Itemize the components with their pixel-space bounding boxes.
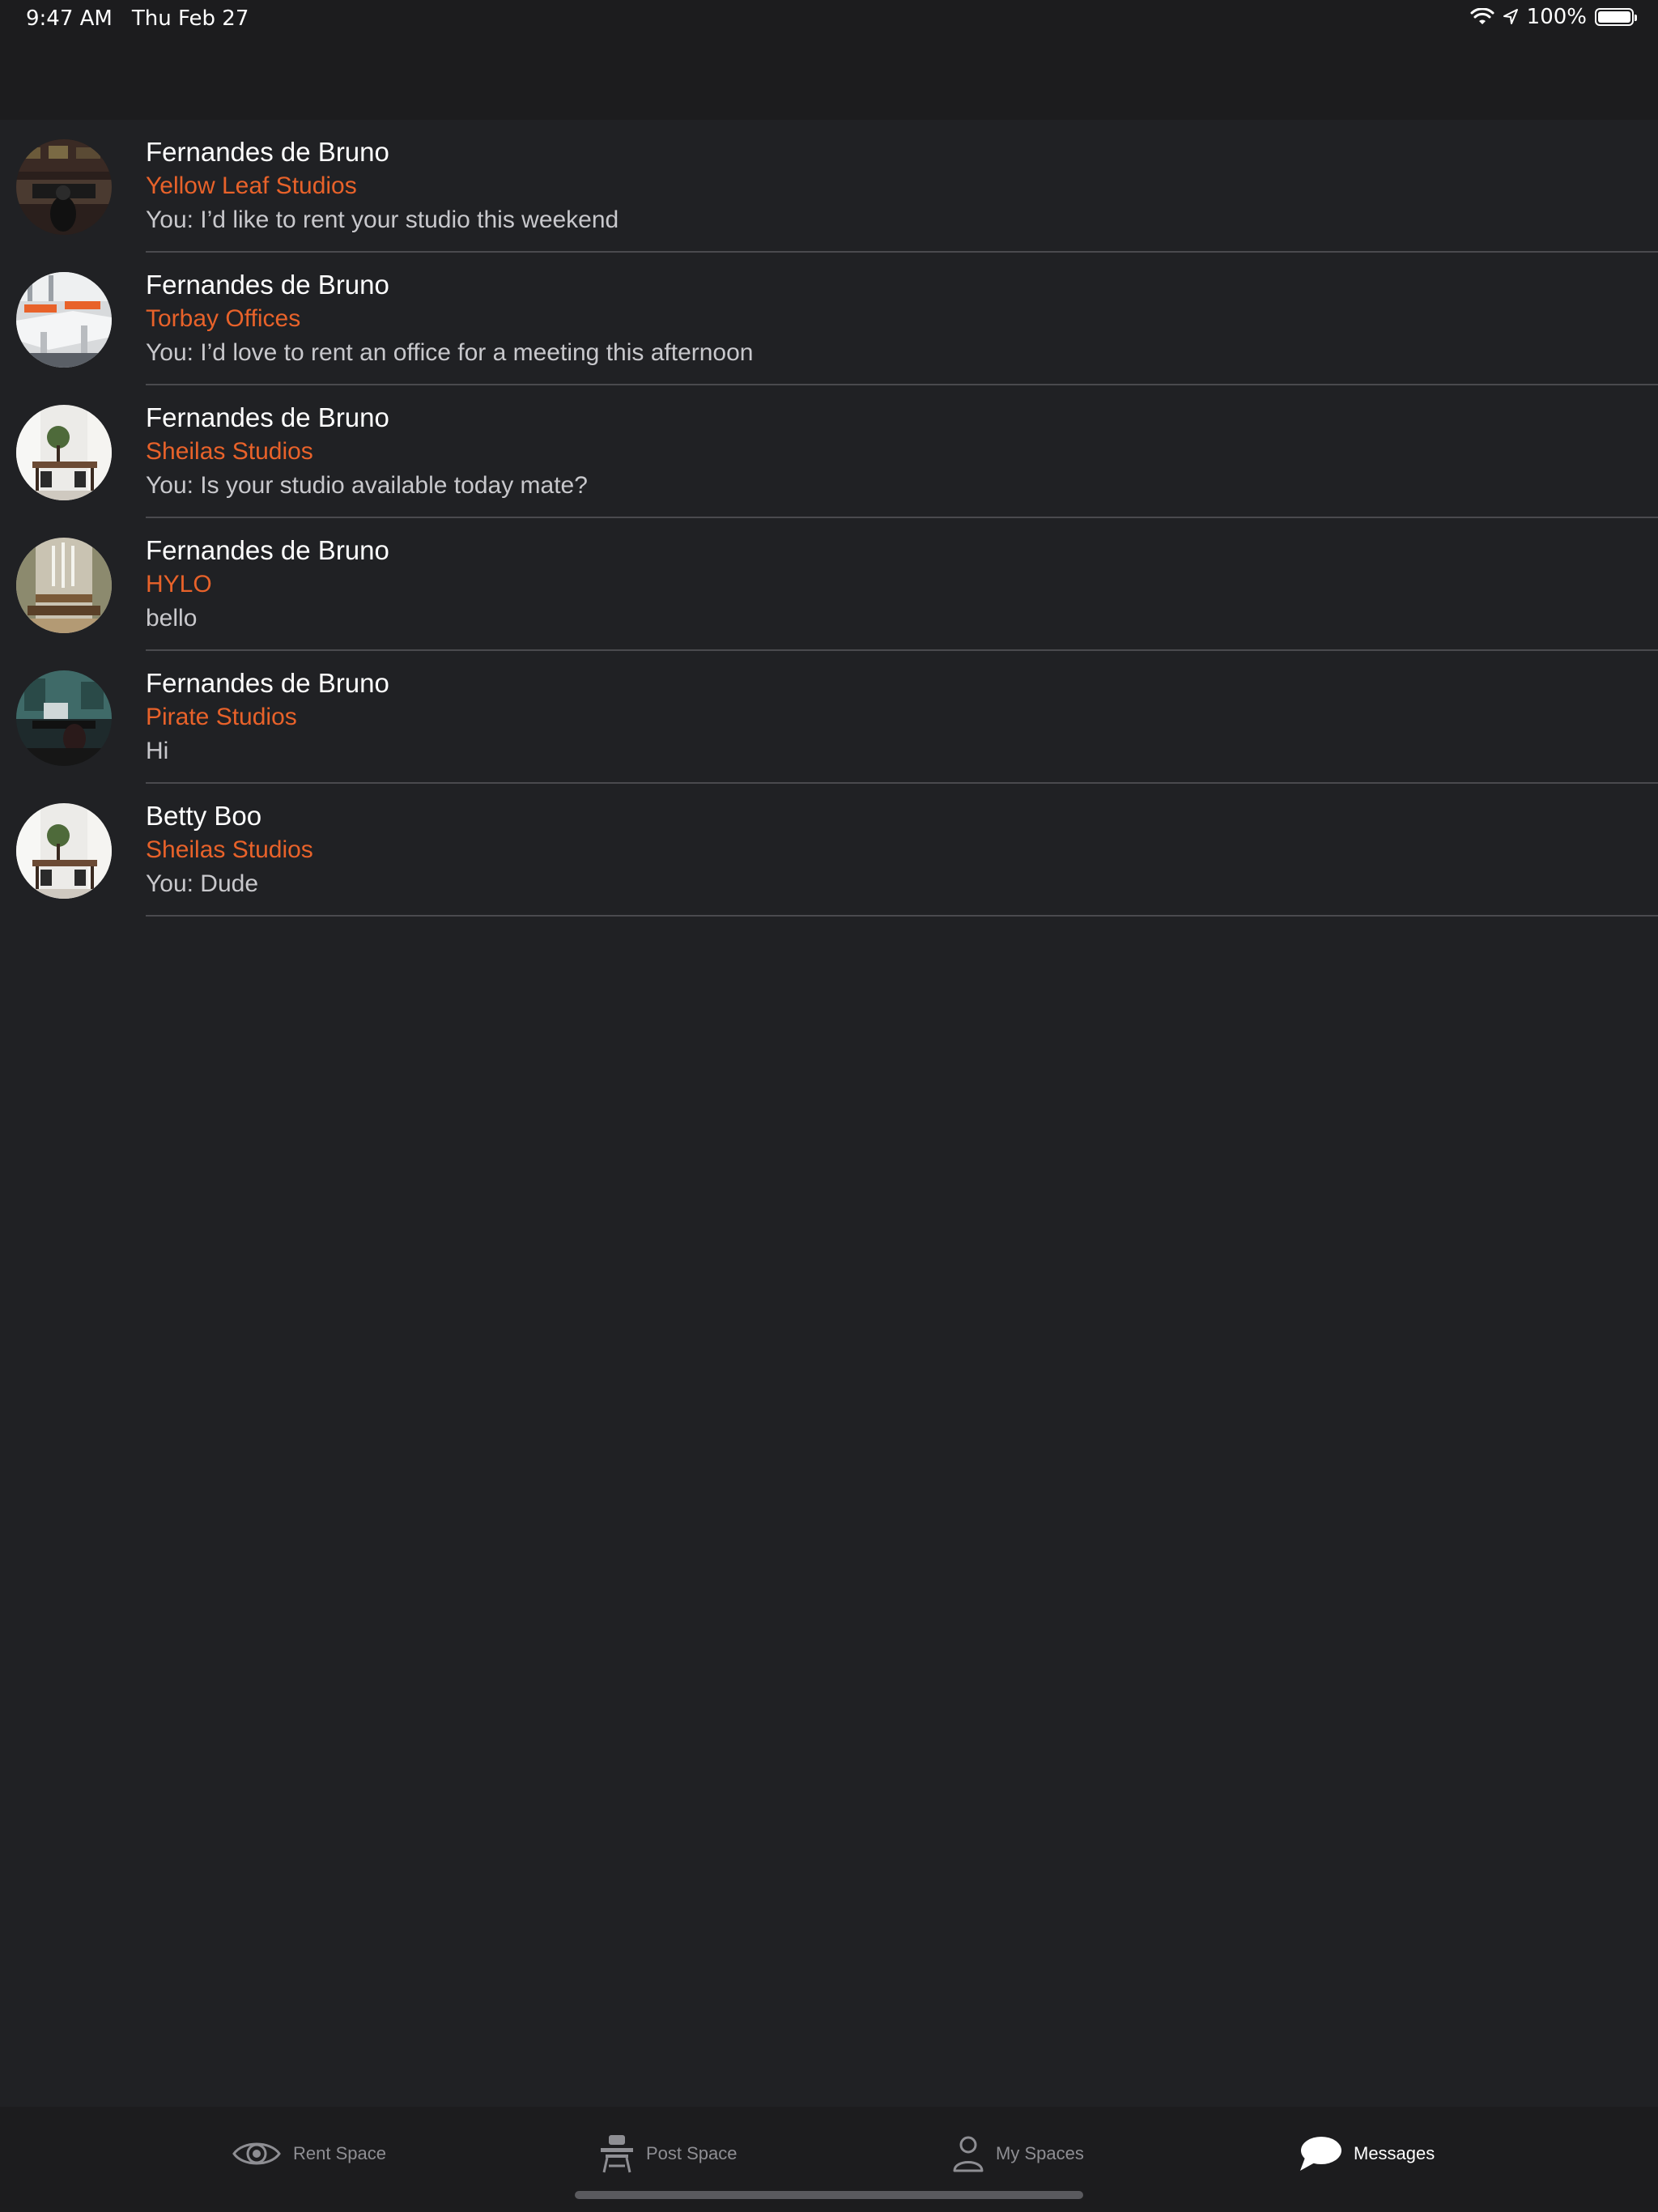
messages-screen: 9:47 AM Thu Feb 27 100% Fernandes de Bru… (0, 0, 1658, 2212)
contact-name: Fernandes de Bruno (146, 270, 389, 300)
office-photo (16, 272, 112, 368)
wifi-icon (1470, 8, 1494, 24)
status-bar-left: 9:47 AM Thu Feb 27 (26, 6, 249, 31)
space-name: Torbay Offices (146, 305, 301, 332)
space-name: Yellow Leaf Studios (146, 172, 357, 199)
status-date: Thu Feb 27 (131, 6, 249, 31)
person-icon (953, 2136, 984, 2172)
space-avatar (16, 405, 112, 500)
room-photo (16, 405, 112, 500)
room-photo (16, 803, 112, 899)
contact-name: Fernandes de Bruno (146, 668, 389, 698)
conversation-row[interactable]: Fernandes de Bruno Sheilas Studios You: … (0, 385, 1658, 518)
message-preview: Hi (146, 738, 169, 764)
conversation-row[interactable]: Fernandes de Bruno HYLO bello (0, 518, 1658, 651)
tab-rent-space[interactable]: Rent Space (232, 2129, 386, 2178)
battery-icon (1595, 8, 1637, 26)
space-avatar (16, 803, 112, 899)
message-preview: bello (146, 605, 198, 632)
tab-label: Post Space (646, 2143, 738, 2163)
conversation-row[interactable]: Fernandes de Bruno Torbay Offices You: I… (0, 253, 1658, 385)
contact-name: Fernandes de Bruno (146, 402, 389, 432)
home-indicator[interactable] (575, 2191, 1083, 2199)
tab-label: Messages (1354, 2143, 1435, 2163)
space-avatar (16, 538, 112, 633)
chat-bubble-icon (1300, 2137, 1341, 2171)
message-preview: You: I’d love to rent an office for a me… (146, 339, 754, 366)
space-name: Sheilas Studios (146, 438, 313, 465)
row-divider (146, 915, 1658, 917)
contact-name: Fernandes de Bruno (146, 535, 389, 565)
message-preview: You: Is your studio available today mate… (146, 472, 588, 499)
conversation-row[interactable]: Fernandes de Bruno Yellow Leaf Studios Y… (0, 120, 1658, 253)
space-name: Sheilas Studios (146, 836, 313, 863)
conversation-row[interactable]: Betty Boo Sheilas Studios You: Dude (0, 784, 1658, 917)
desk-icon (601, 2135, 633, 2173)
eye-icon (232, 2142, 281, 2165)
music-studio-photo (16, 670, 112, 766)
hall-photo (16, 538, 112, 633)
tab-my-spaces[interactable]: My Spaces (952, 2129, 1084, 2178)
space-name: HYLO (146, 571, 212, 598)
conversation-list: Fernandes de Bruno Yellow Leaf Studios Y… (0, 120, 1658, 917)
tab-label: My Spaces (996, 2143, 1084, 2163)
tab-post-space[interactable]: Post Space (599, 2129, 738, 2178)
tab-messages[interactable]: Messages (1299, 2129, 1435, 2178)
space-avatar (16, 139, 112, 235)
message-preview: You: Dude (146, 870, 259, 897)
tab-label: Rent Space (293, 2143, 386, 2163)
space-name: Pirate Studios (146, 704, 297, 730)
tab-bar: Rent Space Post Space My Spaces Messages (0, 2107, 1658, 2212)
contact-name: Betty Boo (146, 801, 262, 831)
location-arrow-icon (1503, 9, 1518, 24)
message-preview: You: I’d like to rent your studio this w… (146, 206, 619, 233)
status-bar-right: 100% (1470, 5, 1637, 29)
space-avatar (16, 670, 112, 766)
battery-percent: 100% (1526, 5, 1587, 29)
studio-photo (16, 139, 112, 235)
status-time: 9:47 AM (26, 6, 113, 31)
contact-name: Fernandes de Bruno (146, 137, 389, 167)
top-bar: 9:47 AM Thu Feb 27 100% (0, 0, 1658, 120)
conversation-row[interactable]: Fernandes de Bruno Pirate Studios Hi (0, 651, 1658, 784)
space-avatar (16, 272, 112, 368)
